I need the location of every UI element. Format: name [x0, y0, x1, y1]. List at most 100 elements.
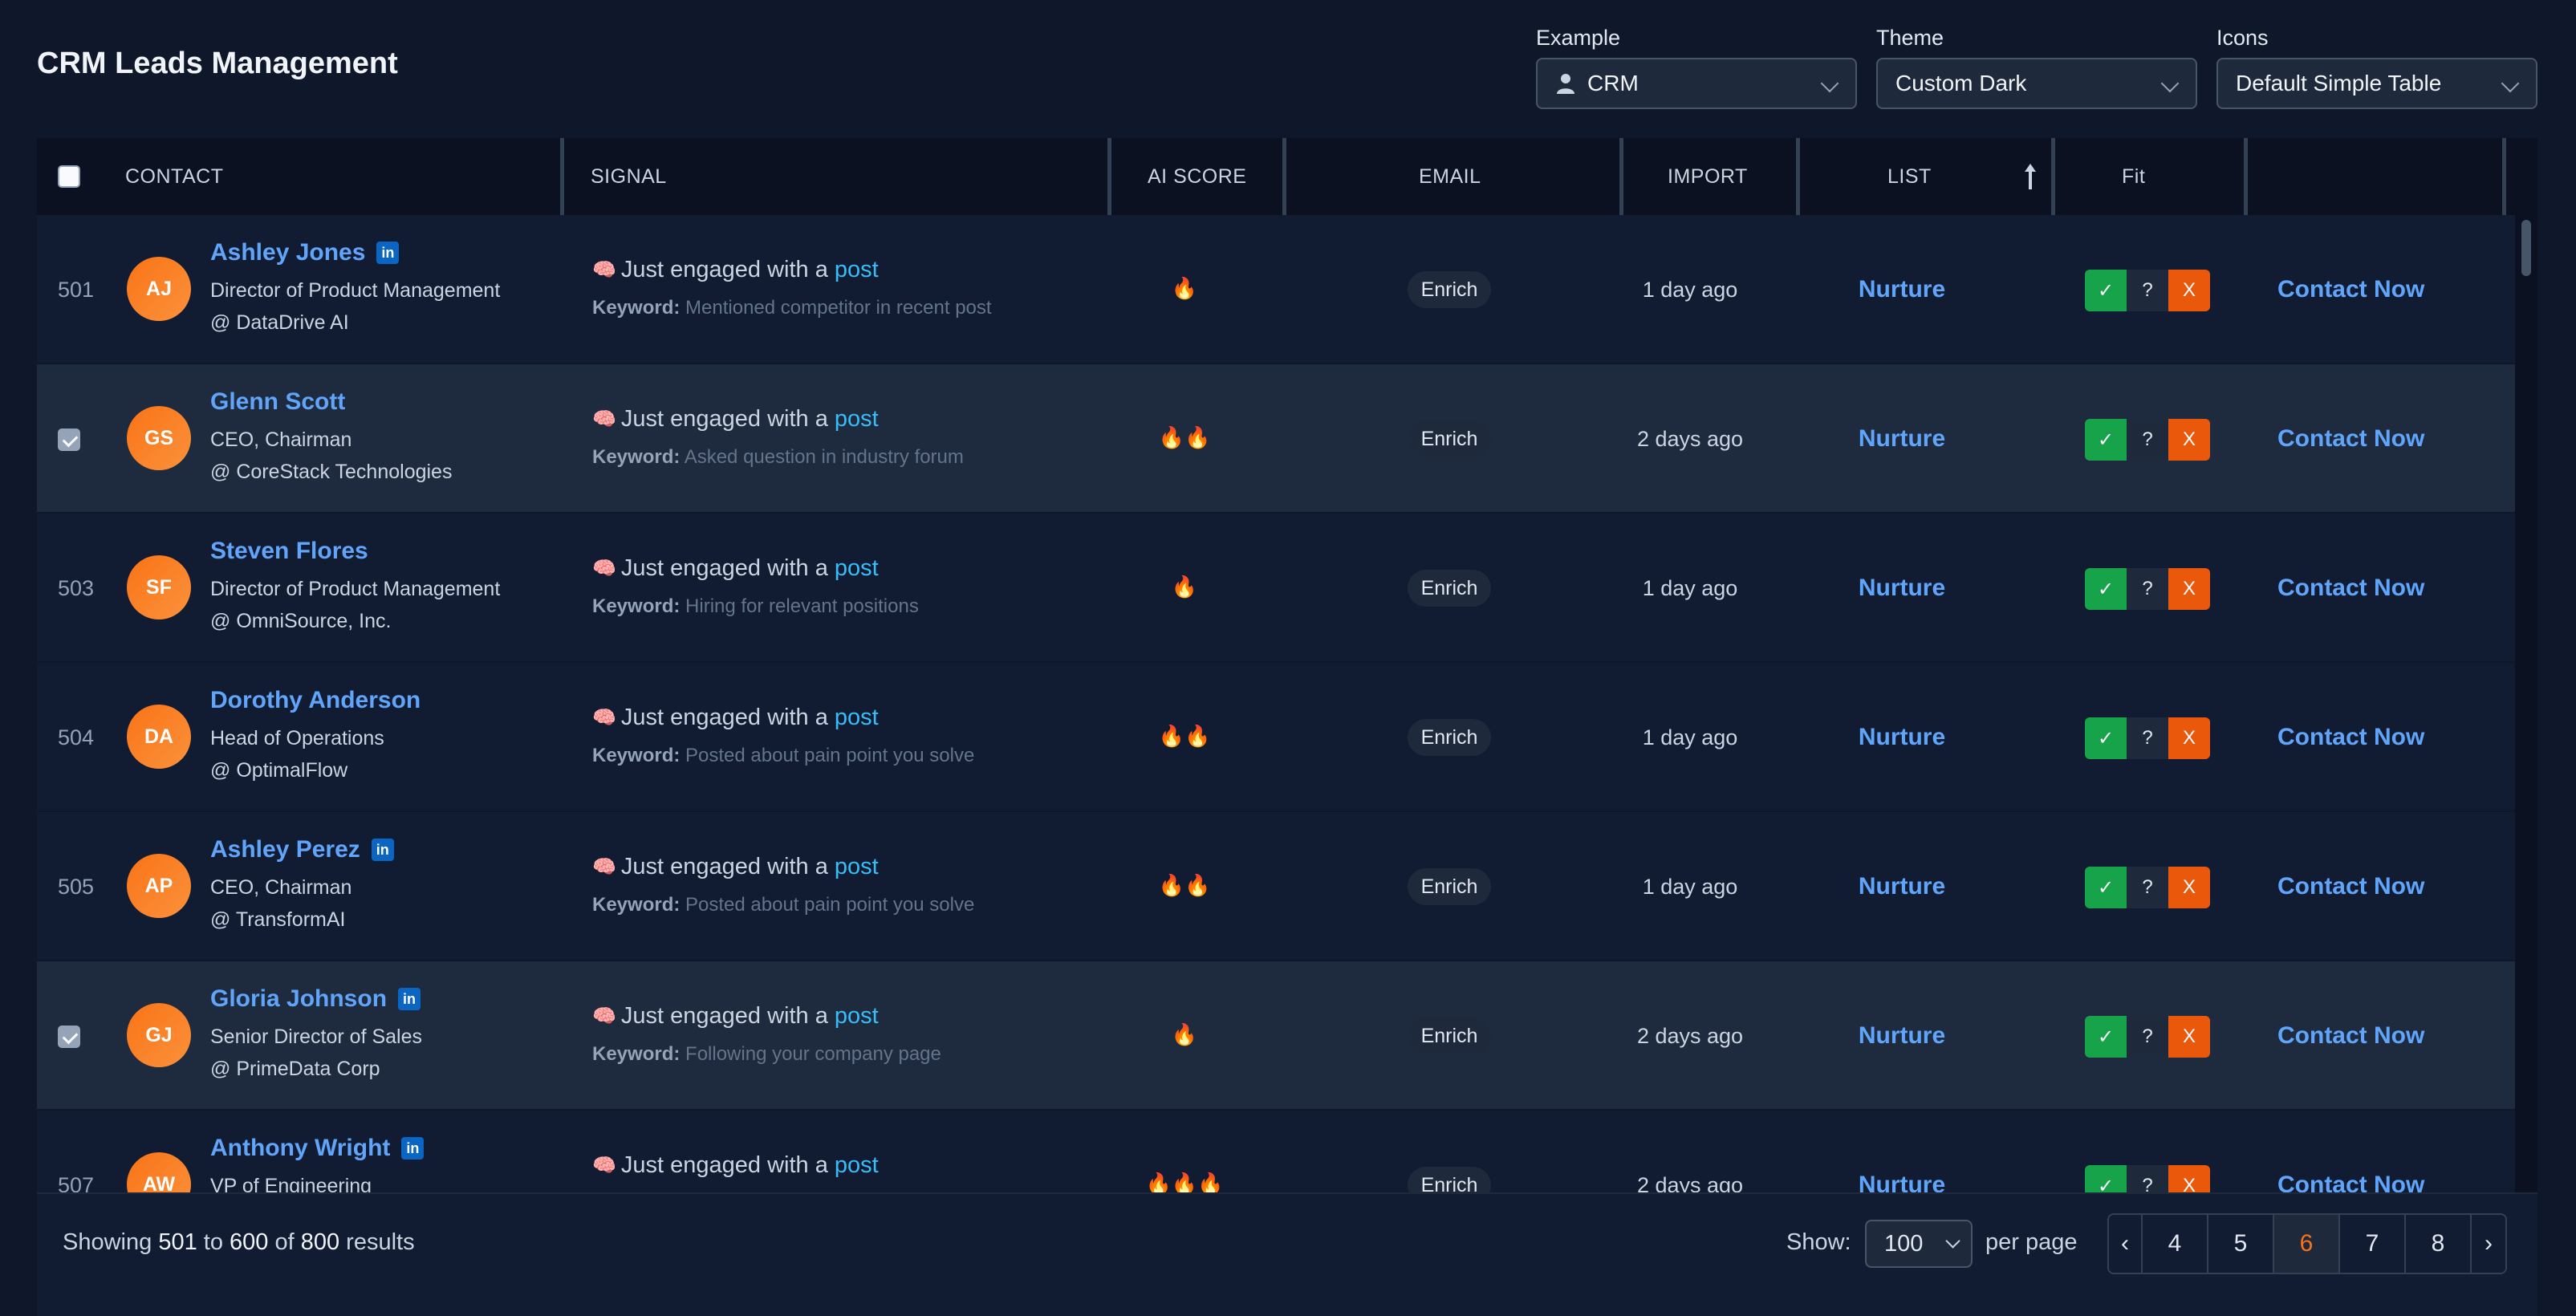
- signal-post-link[interactable]: post: [835, 257, 879, 283]
- header-signal[interactable]: SIGNAL: [591, 138, 667, 215]
- fit-yes-button[interactable]: ✓: [2085, 568, 2127, 610]
- row-number[interactable]: 507: [58, 1173, 94, 1192]
- fit-maybe-button[interactable]: ?: [2127, 568, 2168, 610]
- linkedin-icon[interactable]: in: [398, 988, 421, 1010]
- list-link[interactable]: Nurture: [1838, 425, 1966, 453]
- row-number[interactable]: 501: [58, 278, 94, 303]
- list-link[interactable]: Nurture: [1838, 575, 1966, 602]
- row-checkbox[interactable]: [58, 1026, 80, 1048]
- header-ai-score[interactable]: AI SCORE: [1148, 138, 1246, 215]
- fit-yes-button[interactable]: ✓: [2085, 419, 2127, 461]
- signal-post-link[interactable]: post: [835, 1152, 879, 1179]
- contact-now-button[interactable]: Contact Now: [2277, 425, 2424, 453]
- header-fit[interactable]: Fit: [2122, 138, 2145, 215]
- select-all-checkbox[interactable]: [58, 165, 80, 188]
- table-row[interactable]: 507 AW Anthony Wright in VP of Engineering 🧠 J…: [37, 1111, 2515, 1192]
- linkedin-icon[interactable]: in: [371, 839, 394, 861]
- contact-name-text[interactable]: Steven Flores: [210, 538, 368, 565]
- fit-yes-button[interactable]: ✓: [2085, 1016, 2127, 1058]
- contact-now-button[interactable]: Contact Now: [2277, 873, 2424, 900]
- prev-page-button[interactable]: ‹: [2109, 1215, 2143, 1273]
- header-email[interactable]: EMAIL: [1419, 138, 1481, 215]
- contact-name[interactable]: Glenn Scott: [210, 388, 345, 416]
- linkedin-icon[interactable]: in: [376, 242, 400, 264]
- table-row[interactable]: 505 AP Ashley Perez in CEO, Chairman @ Transf…: [37, 812, 2515, 961]
- table-row[interactable]: 501 AJ Ashley Jones in Director of Product M…: [37, 215, 2515, 364]
- signal-post-link[interactable]: post: [835, 555, 879, 582]
- fit-no-button[interactable]: X: [2168, 270, 2210, 311]
- header-contact[interactable]: CONTACT: [125, 138, 223, 215]
- fit-no-button[interactable]: X: [2168, 419, 2210, 461]
- contact-now-button[interactable]: Contact Now: [2277, 276, 2424, 303]
- fit-no-button[interactable]: X: [2168, 568, 2210, 610]
- header-list[interactable]: LIST: [1887, 138, 1932, 215]
- list-link[interactable]: Nurture: [1838, 724, 1966, 751]
- contact-name-text[interactable]: Glenn Scott: [210, 388, 345, 416]
- per-page-select[interactable]: 100: [1865, 1220, 1973, 1268]
- contact-now-button[interactable]: Contact Now: [2277, 724, 2424, 751]
- fit-no-button[interactable]: X: [2168, 867, 2210, 908]
- list-link[interactable]: Nurture: [1838, 1022, 1966, 1050]
- contact-name-text[interactable]: Dorothy Anderson: [210, 687, 421, 714]
- row-number[interactable]: 503: [58, 576, 94, 601]
- list-link[interactable]: Nurture: [1838, 873, 1966, 900]
- contact-name-text[interactable]: Gloria Johnson: [210, 985, 387, 1013]
- page-button[interactable]: 8: [2406, 1215, 2472, 1273]
- page-button[interactable]: 4: [2143, 1215, 2208, 1273]
- column-resizer[interactable]: [2051, 138, 2055, 215]
- contact-name-text[interactable]: Ashley Jones: [210, 239, 365, 266]
- fit-no-button[interactable]: X: [2168, 1016, 2210, 1058]
- page-button[interactable]: 5: [2208, 1215, 2274, 1273]
- signal-post-link[interactable]: post: [835, 406, 879, 433]
- column-resizer[interactable]: [2244, 138, 2248, 215]
- fit-maybe-button[interactable]: ?: [2127, 867, 2168, 908]
- page-button[interactable]: 6: [2274, 1215, 2340, 1273]
- enrich-button[interactable]: Enrich: [1408, 570, 1491, 607]
- row-number[interactable]: 504: [58, 725, 94, 750]
- contact-name[interactable]: Gloria Johnson in: [210, 985, 421, 1013]
- icons-select[interactable]: Default Simple Table: [2216, 58, 2537, 109]
- contact-name[interactable]: Dorothy Anderson: [210, 687, 421, 714]
- fit-maybe-button[interactable]: ?: [2127, 270, 2168, 311]
- contact-name[interactable]: Anthony Wright in: [210, 1135, 425, 1162]
- linkedin-icon[interactable]: in: [401, 1137, 425, 1160]
- row-checkbox[interactable]: [58, 429, 80, 451]
- page-button[interactable]: 7: [2340, 1215, 2406, 1273]
- signal-post-link[interactable]: post: [835, 705, 879, 731]
- fit-no-button[interactable]: X: [2168, 1165, 2210, 1192]
- fit-maybe-button[interactable]: ?: [2127, 1165, 2168, 1192]
- enrich-button[interactable]: Enrich: [1408, 1167, 1491, 1192]
- fit-maybe-button[interactable]: ?: [2127, 717, 2168, 759]
- row-number[interactable]: 505: [58, 875, 94, 900]
- table-row[interactable]: GJ Gloria Johnson in Senior Director of Sal…: [37, 961, 2515, 1111]
- column-resizer[interactable]: [560, 138, 564, 215]
- contact-name[interactable]: Ashley Jones in: [210, 239, 400, 266]
- fit-maybe-button[interactable]: ?: [2127, 1016, 2168, 1058]
- contact-name[interactable]: Steven Flores: [210, 538, 368, 565]
- fit-no-button[interactable]: X: [2168, 717, 2210, 759]
- enrich-button[interactable]: Enrich: [1408, 719, 1491, 756]
- contact-now-button[interactable]: Contact Now: [2277, 575, 2424, 602]
- column-resizer[interactable]: [1107, 138, 1111, 215]
- vertical-scrollbar[interactable]: [2515, 215, 2537, 1192]
- column-resizer[interactable]: [1282, 138, 1286, 215]
- example-select[interactable]: CRM: [1536, 58, 1857, 109]
- enrich-button[interactable]: Enrich: [1408, 271, 1491, 308]
- column-resizer[interactable]: [1796, 138, 1800, 215]
- contact-now-button[interactable]: Contact Now: [2277, 1172, 2424, 1192]
- signal-post-link[interactable]: post: [835, 1003, 879, 1030]
- sort-up-icon[interactable]: [2022, 162, 2038, 191]
- next-page-button[interactable]: ›: [2472, 1215, 2505, 1273]
- contact-name[interactable]: Ashley Perez in: [210, 836, 394, 863]
- contact-name-text[interactable]: Anthony Wright: [210, 1135, 390, 1162]
- list-link[interactable]: Nurture: [1838, 1172, 1966, 1192]
- header-import[interactable]: IMPORT: [1668, 138, 1748, 215]
- signal-post-link[interactable]: post: [835, 854, 879, 880]
- enrich-button[interactable]: Enrich: [1408, 1017, 1491, 1054]
- fit-yes-button[interactable]: ✓: [2085, 717, 2127, 759]
- theme-select[interactable]: Custom Dark: [1876, 58, 2197, 109]
- fit-yes-button[interactable]: ✓: [2085, 867, 2127, 908]
- enrich-button[interactable]: Enrich: [1408, 420, 1491, 457]
- fit-yes-button[interactable]: ✓: [2085, 1165, 2127, 1192]
- table-row[interactable]: GS Glenn Scott CEO, Chairman @ CoreStack Te…: [37, 364, 2515, 514]
